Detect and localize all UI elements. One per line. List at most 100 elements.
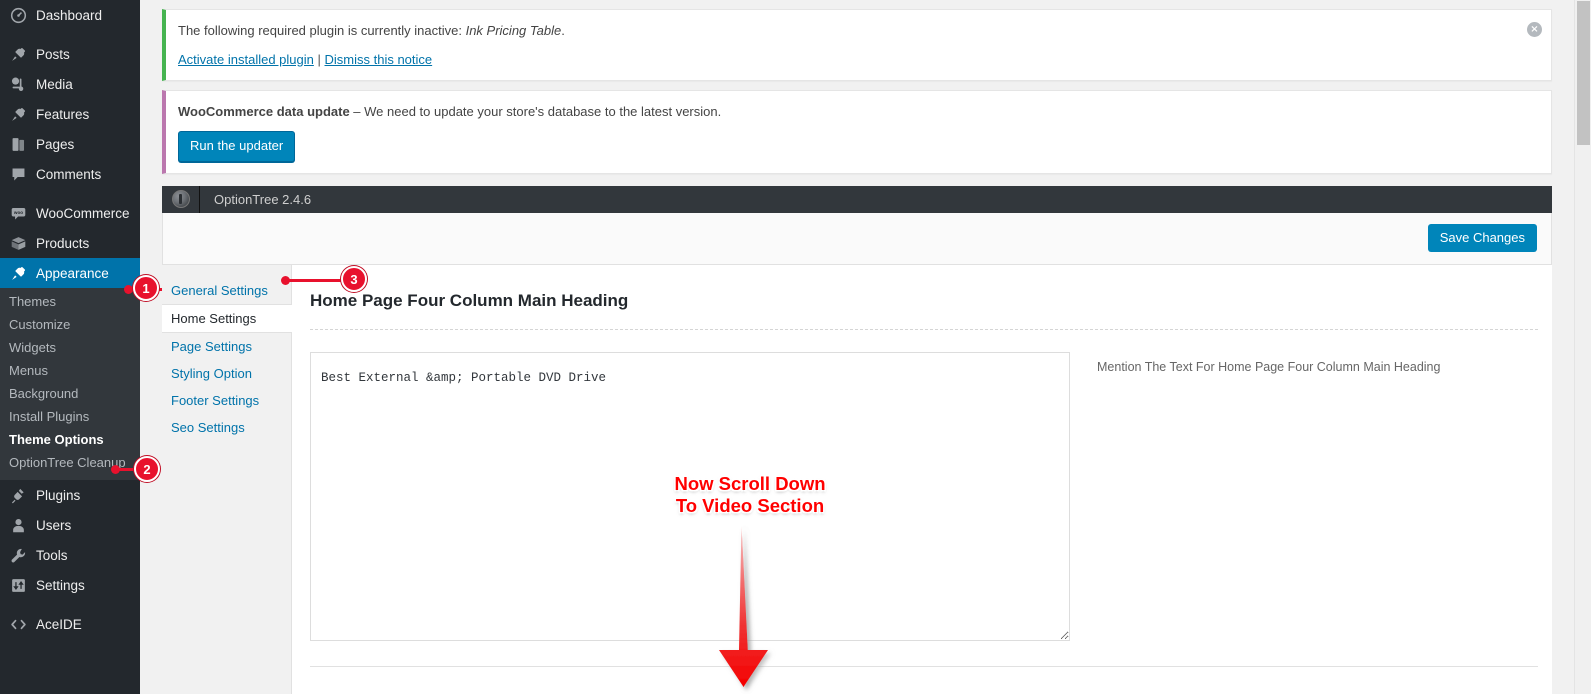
- sidebar-item-comments[interactable]: Comments: [0, 159, 140, 189]
- appearance-submenu: Themes Customize Widgets Menus Backgroun…: [0, 288, 140, 480]
- submenu-item-install-plugins[interactable]: Install Plugins: [0, 405, 140, 428]
- notice-woocommerce-action: Run the updater: [178, 130, 1539, 162]
- sidebar-item-settings[interactable]: Settings: [0, 570, 140, 600]
- notice-plugin-actions: Activate installed plugin | Dismiss this…: [178, 50, 1539, 70]
- sidebar-label: Pages: [36, 136, 75, 152]
- optiontree-version-title: OptionTree 2.4.6: [214, 191, 312, 207]
- sidebar-label: Tools: [36, 547, 68, 563]
- optiontree-logo-cell: [162, 185, 200, 213]
- optiontree-save-bar: Save Changes: [162, 212, 1552, 265]
- link-separator: |: [317, 51, 321, 67]
- sidebar-label: Posts: [36, 46, 70, 62]
- home-heading-textarea[interactable]: [310, 351, 1070, 641]
- setting-field-row: Mention The Text For Home Page Four Colu…: [310, 351, 1552, 646]
- notice-woocommerce-title: WooCommerce data update: [178, 104, 350, 119]
- sidebar-label: Plugins: [36, 487, 81, 503]
- sidebar-item-aceide[interactable]: AceIDE: [0, 609, 140, 639]
- submenu-item-optiontree-cleanup[interactable]: OptionTree Cleanup: [0, 451, 140, 474]
- sidebar-label: Settings: [36, 577, 85, 593]
- sidebar-label: Products: [36, 235, 90, 251]
- svg-text:woo: woo: [12, 210, 22, 215]
- tab-seo-settings[interactable]: Seo Settings: [162, 414, 291, 441]
- sidebar-item-woocommerce[interactable]: woo WooCommerce: [0, 198, 140, 228]
- users-icon: [9, 516, 27, 534]
- sidebar-label: Users: [36, 517, 72, 533]
- sidebar-label: Dashboard: [36, 7, 103, 23]
- sidebar-label: Appearance: [36, 265, 109, 281]
- submenu-item-menus[interactable]: Menus: [0, 359, 140, 382]
- sidebar-item-tools[interactable]: Tools: [0, 540, 140, 570]
- setting-description: Mention The Text For Home Page Four Colu…: [1097, 359, 1441, 374]
- dismiss-this-notice-link[interactable]: Dismiss this notice: [325, 52, 433, 67]
- main-content-area: × The following required plugin is curre…: [140, 0, 1574, 694]
- submenu-item-widgets[interactable]: Widgets: [0, 336, 140, 359]
- pin-icon: [9, 45, 27, 63]
- notice-plugin-inactive: × The following required plugin is curre…: [162, 9, 1552, 81]
- section-divider: [310, 665, 1538, 667]
- save-changes-button[interactable]: Save Changes: [1427, 224, 1537, 253]
- setting-title: Home Page Four Column Main Heading: [310, 290, 629, 310]
- optiontree-header-bar: OptionTree 2.4.6: [162, 185, 1552, 213]
- submenu-item-background[interactable]: Background: [0, 382, 140, 405]
- tab-page-settings[interactable]: Page Settings: [162, 333, 291, 360]
- admin-sidebar: Dashboard Posts Media Features Pages Com…: [0, 0, 140, 694]
- sidebar-item-media[interactable]: Media: [0, 69, 140, 99]
- sidebar-item-appearance[interactable]: Appearance: [0, 258, 140, 288]
- appearance-pin-icon: [9, 264, 27, 282]
- notice-woocommerce-body: – We need to update your store's databas…: [349, 104, 722, 119]
- scrollbar-thumb[interactable]: [1577, 1, 1590, 145]
- notice-plugin-name: Ink Pricing Table: [465, 23, 562, 38]
- close-icon[interactable]: ×: [1527, 22, 1542, 37]
- tab-home-settings[interactable]: Home Settings: [162, 303, 292, 333]
- page-scrollbar[interactable]: [1574, 0, 1591, 694]
- notice-woocommerce-text: WooCommerce data update – We need to upd…: [178, 102, 1539, 122]
- notice-woocommerce-update: WooCommerce data update – We need to upd…: [162, 90, 1552, 174]
- sidebar-item-features[interactable]: Features: [0, 99, 140, 129]
- sidebar-item-plugins[interactable]: Plugins: [0, 480, 140, 510]
- sidebar-item-posts[interactable]: Posts: [0, 39, 140, 69]
- submenu-item-themes[interactable]: Themes: [0, 290, 140, 313]
- content-inner: × The following required plugin is curre…: [140, 9, 1574, 694]
- sidebar-item-dashboard[interactable]: Dashboard: [0, 0, 140, 30]
- sidebar-label: Comments: [36, 166, 102, 182]
- dotted-divider: [310, 328, 1538, 330]
- submenu-item-customize[interactable]: Customize: [0, 313, 140, 336]
- woo-icon: woo: [9, 204, 27, 222]
- box-icon: [9, 234, 27, 252]
- sidebar-label: WooCommerce: [36, 205, 130, 221]
- optiontree-tab-list: General Settings Home Settings Page Sett…: [162, 264, 292, 694]
- run-the-updater-button[interactable]: Run the updater: [178, 130, 296, 162]
- setting-field-desc-col: Mention The Text For Home Page Four Colu…: [1070, 352, 1440, 646]
- pages-icon: [9, 135, 27, 153]
- screen-root: Dashboard Posts Media Features Pages Com…: [0, 0, 1591, 694]
- tab-footer-settings[interactable]: Footer Settings: [162, 387, 291, 414]
- dashboard-icon: [9, 6, 27, 24]
- sidebar-item-products[interactable]: Products: [0, 228, 140, 258]
- optiontree-settings-panel: Home Page Four Column Main Heading Menti…: [292, 264, 1552, 694]
- tab-general-settings[interactable]: General Settings: [162, 277, 291, 304]
- sidebar-label: AceIDE: [36, 616, 82, 632]
- pin-icon: [9, 105, 27, 123]
- sidebar-label: Features: [36, 106, 90, 122]
- comments-icon: [9, 165, 27, 183]
- sidebar-item-pages[interactable]: Pages: [0, 129, 140, 159]
- submenu-item-theme-options[interactable]: Theme Options: [0, 428, 140, 451]
- tools-icon: [9, 546, 27, 564]
- code-icon: [9, 615, 27, 633]
- setting-field-input-col: [310, 351, 1070, 646]
- notice-plugin-text-before: The following required plugin is current…: [178, 23, 466, 38]
- plugins-icon: [9, 486, 27, 504]
- media-icon: [9, 75, 27, 93]
- settings-icon: [9, 576, 27, 594]
- activate-installed-plugin-link[interactable]: Activate installed plugin: [178, 52, 314, 67]
- notice-plugin-text-after: .: [561, 23, 565, 38]
- tab-styling-option[interactable]: Styling Option: [162, 360, 291, 387]
- optiontree-logo-icon: [171, 190, 190, 209]
- notice-plugin-text: The following required plugin is current…: [178, 21, 1539, 41]
- optiontree-body: General Settings Home Settings Page Sett…: [162, 264, 1552, 694]
- sidebar-label: Media: [36, 76, 73, 92]
- sidebar-item-users[interactable]: Users: [0, 510, 140, 540]
